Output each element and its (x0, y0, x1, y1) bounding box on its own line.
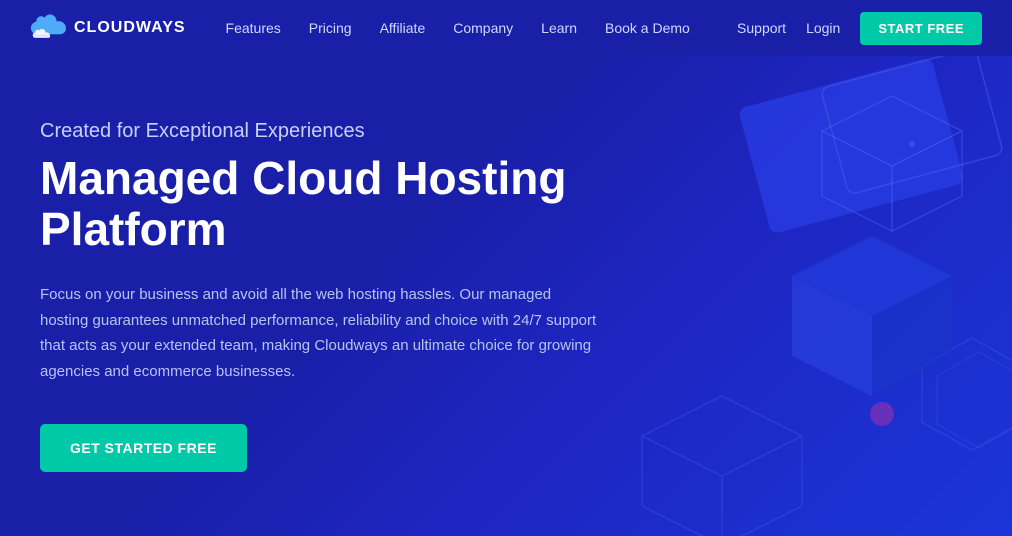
nav-pricing[interactable]: Pricing (309, 20, 352, 36)
nav-support[interactable]: Support (737, 20, 786, 36)
nav-links: Features Pricing Affiliate Company Learn… (226, 20, 738, 36)
navbar: CLOUDWAYS Features Pricing Affiliate Com… (0, 0, 1012, 56)
start-free-button[interactable]: START FREE (860, 12, 982, 45)
hero-content: Created for Exceptional Experiences Mana… (0, 120, 600, 472)
logo-icon (30, 14, 66, 42)
nav-company[interactable]: Company (453, 20, 513, 36)
nav-affiliate[interactable]: Affiliate (380, 20, 426, 36)
hero-section: Created for Exceptional Experiences Mana… (0, 56, 1012, 536)
logo-link[interactable]: CLOUDWAYS (30, 14, 186, 42)
hero-subtitle: Created for Exceptional Experiences (40, 120, 600, 143)
get-started-button[interactable]: GET STARTED FREE (40, 424, 247, 472)
brand-name: CLOUDWAYS (74, 19, 186, 37)
nav-login[interactable]: Login (806, 20, 840, 36)
nav-learn[interactable]: Learn (541, 20, 577, 36)
nav-right: Support Login START FREE (737, 12, 982, 45)
nav-book-demo[interactable]: Book a Demo (605, 20, 690, 36)
nav-features[interactable]: Features (226, 20, 281, 36)
hero-description: Focus on your business and avoid all the… (40, 282, 600, 384)
hero-title: Managed Cloud Hosting Platform (40, 153, 600, 254)
